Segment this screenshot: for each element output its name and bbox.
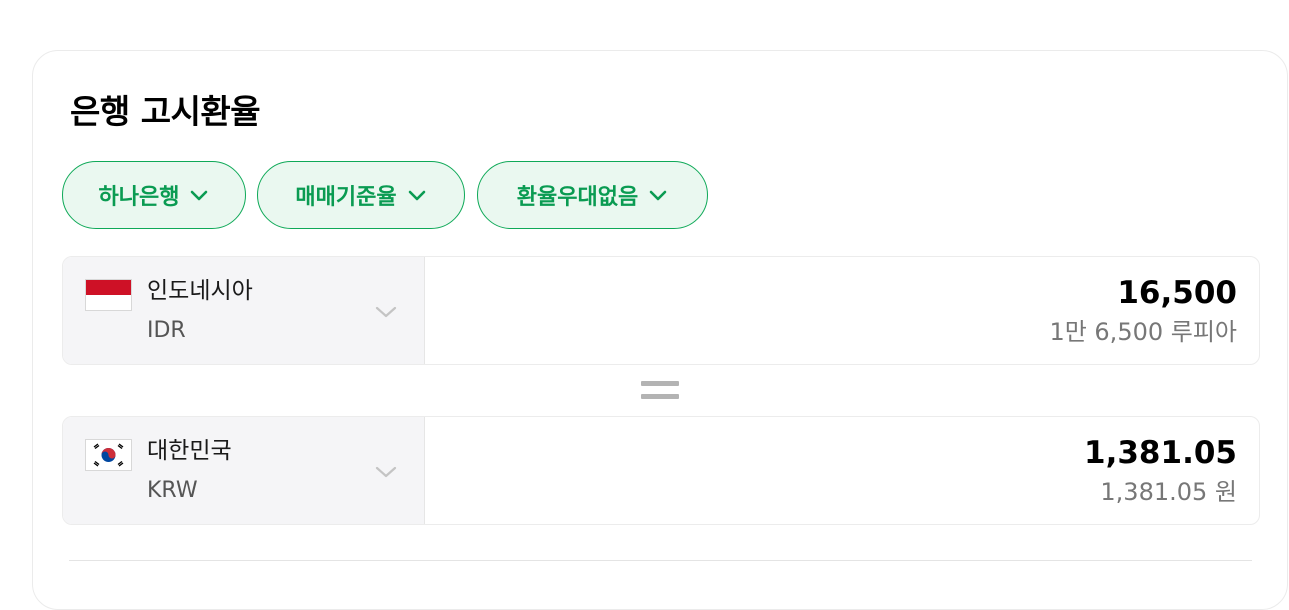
from-amount-words: 1만 6,500 루피아 bbox=[1049, 318, 1237, 346]
from-currency-name: 인도네시아 bbox=[147, 278, 253, 304]
to-amount-input[interactable]: 1,381.05 bbox=[1084, 433, 1237, 473]
rate-preference-dropdown[interactable]: 환율우대없음 bbox=[477, 161, 708, 229]
chevron-down-icon bbox=[407, 185, 427, 205]
bank-filter-dropdown[interactable]: 하나은행 bbox=[62, 161, 246, 229]
chevron-down-icon bbox=[373, 299, 399, 325]
from-currency-row: 인도네시아 IDR 16,500 1만 6,500 루피아 bbox=[62, 256, 1260, 365]
widget-title: 은행 고시환율 bbox=[70, 92, 261, 131]
chevron-down-icon bbox=[648, 185, 668, 205]
chevron-down-icon bbox=[373, 459, 399, 485]
equals-icon bbox=[641, 381, 679, 400]
indonesia-flag-icon bbox=[85, 279, 132, 311]
south-korea-flag-icon bbox=[85, 439, 132, 471]
to-amount-words: 1,381.05 원 bbox=[1100, 478, 1237, 506]
from-amount-input[interactable]: 16,500 bbox=[1117, 273, 1237, 313]
from-currency-select[interactable]: 인도네시아 IDR bbox=[63, 257, 425, 364]
from-currency-code: IDR bbox=[147, 318, 186, 343]
section-divider bbox=[69, 560, 1252, 561]
to-currency-name: 대한민국 bbox=[147, 438, 232, 464]
to-currency-code: KRW bbox=[147, 478, 198, 503]
rate-preference-label: 환율우대없음 bbox=[516, 185, 639, 210]
chevron-down-icon bbox=[189, 185, 209, 205]
to-currency-row: 대한민국 KRW 1,381.05 1,381.05 원 bbox=[62, 416, 1260, 525]
rate-type-label: 매매기준율 bbox=[295, 185, 397, 210]
bank-filter-label: 하나은행 bbox=[98, 185, 180, 210]
rate-type-dropdown[interactable]: 매매기준율 bbox=[257, 161, 465, 229]
to-currency-select[interactable]: 대한민국 KRW bbox=[63, 417, 425, 524]
